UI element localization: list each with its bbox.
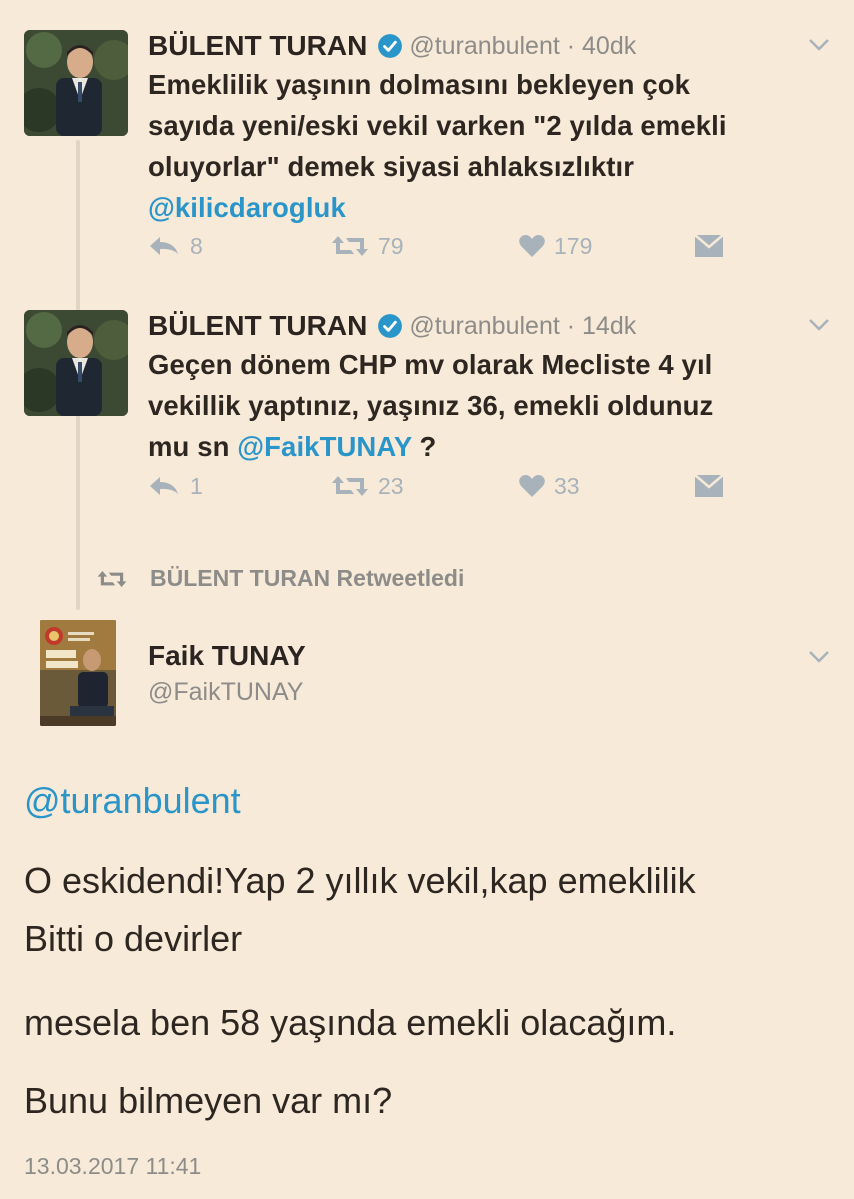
- tweet-text-line: O eskidendi!Yap 2 yıllık vekil,kap emekl…: [24, 860, 696, 901]
- like-count: 33: [554, 472, 580, 499]
- tweet-header: BÜLENT TURAN @turanbulent · 40dk: [148, 30, 636, 62]
- like-icon: [519, 235, 545, 257]
- avatar[interactable]: [24, 30, 128, 136]
- retweet-count: 23: [378, 472, 404, 499]
- tweet-text-line: Bunu bilmeyen var mı?: [24, 1080, 393, 1121]
- tweet-text-line: Bitti o devirler: [24, 918, 243, 959]
- verified-icon: [377, 313, 403, 339]
- like-button[interactable]: 179: [518, 233, 592, 260]
- like-icon: [519, 475, 545, 497]
- retweet-count: 79: [378, 232, 404, 259]
- tweet-text-line: sayıda yeni/eski vekil varken "2 yılda e…: [148, 110, 727, 141]
- like-button[interactable]: 33: [518, 473, 580, 500]
- dm-button[interactable]: [694, 234, 732, 258]
- mention-link[interactable]: @FaikTUNAY: [237, 431, 412, 462]
- tweet-text-fragment: mu sn: [148, 431, 238, 462]
- chevron-down-icon[interactable]: [808, 318, 830, 332]
- retweet-icon: [332, 476, 368, 496]
- dm-button[interactable]: [694, 474, 732, 498]
- reply-button[interactable]: 1: [148, 473, 203, 500]
- retweet-context-label: BÜLENT TURAN Retweetledi: [150, 565, 465, 591]
- retweet-button[interactable]: 79: [330, 233, 404, 260]
- reply-count: 8: [190, 232, 203, 259]
- mention-link[interactable]: @turanbulent: [24, 780, 241, 822]
- retweeted-author[interactable]: Faik TUNAY @FaikTUNAY: [148, 640, 306, 707]
- retweet-icon: [97, 570, 127, 587]
- author-handle[interactable]: @turanbulent · 40dk: [409, 32, 636, 61]
- verified-icon: [377, 33, 403, 59]
- tweet-text-line: oluyorlar" demek siyasi ahlaksızlıktır: [148, 151, 635, 182]
- author-handle[interactable]: @FaikTUNAY: [148, 678, 306, 707]
- tweet-text: Emeklilik yaşının dolmasını bekleyen çok…: [148, 64, 838, 228]
- avatar[interactable]: [40, 620, 116, 726]
- retweet-context[interactable]: BÜLENT TURAN Retweetledi: [96, 565, 464, 592]
- author-handle[interactable]: @turanbulent · 14dk: [409, 312, 636, 341]
- chevron-down-icon[interactable]: [808, 38, 830, 52]
- tweet-text-line: mesela ben 58 yaşında emekli olacağım.: [24, 1002, 677, 1043]
- tweet-text: Geçen dönem CHP mv olarak Mecliste 4 yıl…: [148, 344, 838, 467]
- author-name[interactable]: BÜLENT TURAN: [148, 30, 367, 62]
- tweet-timestamp[interactable]: 13.03.2017 11:41: [24, 1153, 201, 1180]
- like-count: 179: [554, 232, 593, 259]
- tweet-text-line: Geçen dönem CHP mv olarak Mecliste 4 yıl: [148, 349, 713, 380]
- author-name[interactable]: Faik TUNAY: [148, 640, 306, 672]
- retweet-icon: [332, 236, 368, 256]
- author-name[interactable]: BÜLENT TURAN: [148, 310, 367, 342]
- avatar[interactable]: [24, 310, 128, 416]
- dm-icon: [694, 474, 724, 497]
- tweet-text-line: vekillik yaptınız, yaşınız 36, emekli ol…: [148, 390, 714, 421]
- tweet-text-fragment: ?: [411, 431, 437, 462]
- reply-count: 1: [190, 472, 203, 499]
- tweet-text-line: mu sn @FaikTUNAY ?: [148, 426, 838, 467]
- chevron-down-icon[interactable]: [808, 650, 830, 664]
- dm-icon: [694, 234, 724, 257]
- reply-icon: [150, 237, 178, 255]
- tweet-text-line: Emeklilik yaşının dolmasını bekleyen çok: [148, 69, 691, 100]
- reply-icon: [150, 477, 178, 495]
- retweet-button[interactable]: 23: [330, 473, 404, 500]
- reply-button[interactable]: 8: [148, 233, 203, 260]
- tweet-header: BÜLENT TURAN @turanbulent · 14dk: [148, 310, 636, 342]
- mention-link[interactable]: @kilicdarogluk: [148, 187, 838, 228]
